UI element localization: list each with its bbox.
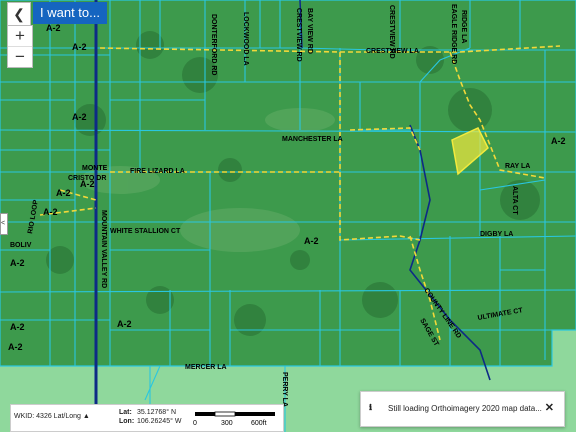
zoning-label: A-2 bbox=[10, 322, 25, 332]
zoning-label: A-2 bbox=[72, 42, 87, 52]
street-label: CRESTVIEW RD bbox=[295, 8, 302, 62]
street-label: EAGLE RIDGE RD bbox=[450, 4, 457, 64]
street-label: LOCKWOOD LA bbox=[242, 12, 249, 66]
street-label: DIGBY LA bbox=[480, 231, 513, 238]
scale-label: 600ft bbox=[251, 420, 267, 427]
zoning-label: A-2 bbox=[10, 258, 25, 268]
zoning-label: A-2 bbox=[72, 112, 87, 122]
zoning-label: A-2 bbox=[8, 342, 23, 352]
status-bar: WKID: 4326 Lat/Long ▲ Lat: 35.12768° N Lo… bbox=[10, 404, 284, 432]
lat-value: 35.12768° N bbox=[137, 409, 176, 416]
street-label: WHITE STALLION CT bbox=[110, 228, 181, 235]
back-button[interactable]: ❮ bbox=[7, 2, 31, 26]
street-label: CRISTO DR bbox=[68, 175, 106, 182]
street-label: DONTERFORD RD bbox=[210, 14, 217, 75]
panel-collapse-tab[interactable]: < bbox=[0, 213, 8, 235]
zoom-control: + − bbox=[7, 25, 33, 68]
zoom-out-button[interactable]: − bbox=[8, 46, 32, 67]
street-label: PERRY LA bbox=[281, 372, 288, 407]
scale-bar: 0 300 600ft bbox=[193, 411, 275, 427]
street-label: MANCHESTER LA bbox=[282, 136, 343, 143]
lat-label: Lat: bbox=[119, 409, 132, 416]
street-label: BOLIV bbox=[10, 242, 32, 249]
loading-toast: ℹ Still loading Orthoimagery 2020 map da… bbox=[360, 391, 565, 427]
zoning-label: A-2 bbox=[551, 136, 566, 146]
street-label: RAY LA bbox=[505, 163, 530, 170]
street-label: RIDGE LA bbox=[460, 10, 467, 43]
close-icon[interactable]: ✕ bbox=[545, 401, 554, 414]
street-label: MERCER LA bbox=[185, 364, 227, 371]
zoning-label: A-2 bbox=[304, 236, 319, 246]
zoning-label: A-2 bbox=[117, 319, 132, 329]
i-want-to-button[interactable]: I want to... bbox=[33, 2, 107, 24]
toast-message: Still loading Orthoimagery 2020 map data… bbox=[388, 404, 542, 413]
zoning-label: A-2 bbox=[56, 188, 71, 198]
zoning-label: A-2 bbox=[43, 207, 58, 217]
lon-label: Lon: bbox=[119, 418, 135, 425]
street-label: MOUNTAIN VALLEY RD bbox=[100, 210, 107, 288]
street-label: BAY VIEW RD bbox=[306, 8, 313, 54]
coordinate-readout: Lat: 35.12768° N Lon: 106.26245° W bbox=[119, 408, 181, 426]
info-icon: ℹ bbox=[369, 403, 373, 412]
zoning-label: A-2 bbox=[46, 23, 61, 33]
zoom-in-button[interactable]: + bbox=[8, 26, 32, 46]
wkid-selector[interactable]: WKID: 4326 Lat/Long ▲ bbox=[14, 413, 90, 420]
chevron-left-icon: ❮ bbox=[13, 5, 25, 22]
lon-value: 106.26245° W bbox=[137, 418, 182, 425]
map-canvas[interactable]: A-2 A-2 A-2 A-2 A-2 A-2 A-2 A-2 A-2 A-2 … bbox=[0, 0, 576, 432]
scale-label: 0 bbox=[193, 420, 197, 427]
street-label: MONTE bbox=[82, 165, 108, 172]
street-label: ALTA CT bbox=[511, 186, 518, 215]
street-label: FIRE LIZARD LA bbox=[130, 168, 185, 175]
street-label: CRESTVIEW RD bbox=[388, 5, 395, 59]
scale-label: 300 bbox=[221, 420, 233, 427]
